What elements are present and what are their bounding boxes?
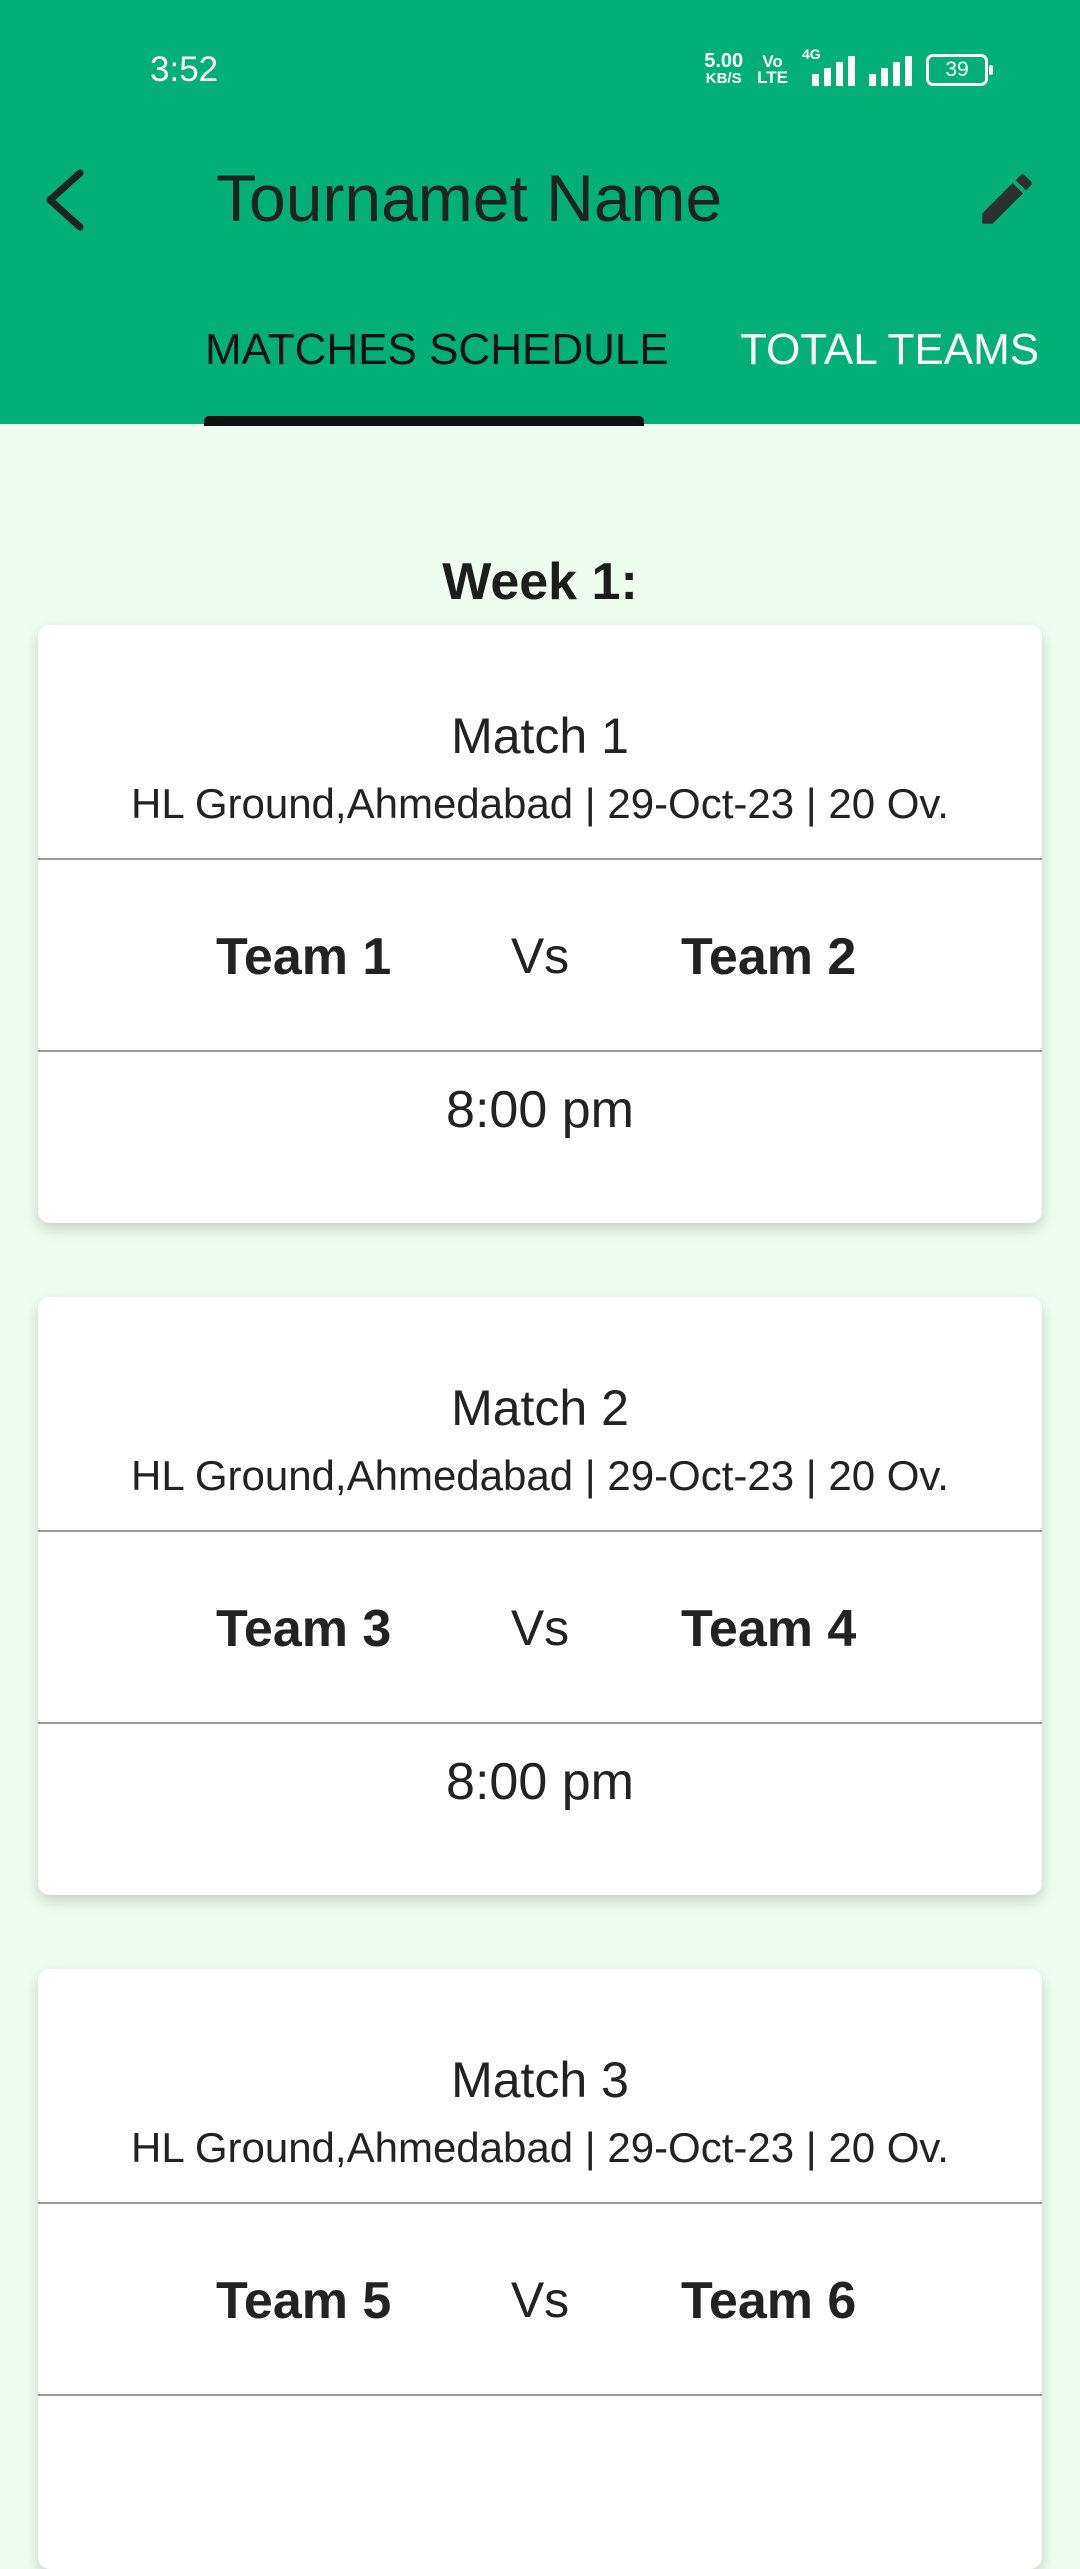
network-speed-indicator: 5.00 KB/S (704, 50, 744, 88)
divider (38, 858, 1042, 860)
volte-bottom: LTE (757, 68, 788, 87)
net-speed-unit: KB/S (705, 70, 742, 87)
status-time: 3:52 (150, 50, 219, 89)
net-speed-value: 5.00 (704, 50, 744, 72)
vs-label: Vs (510, 928, 570, 984)
team-b: Team 2 (681, 928, 857, 986)
match-info: HL Ground,Ahmedabad | 29-Oct-23 | 20 Ov. (131, 1452, 949, 1499)
signal-icon-2 (869, 54, 912, 86)
divider (38, 1050, 1042, 1052)
match-title: Match 2 (451, 1380, 629, 1436)
tab-total-teams[interactable]: TOTAL TEAMS (740, 325, 1039, 375)
match-info: HL Ground,Ahmedabad | 29-Oct-23 | 20 Ov. (131, 2124, 949, 2171)
vs-label: Vs (510, 2272, 570, 2328)
tab-matches-schedule[interactable]: MATCHES SCHEDULE (205, 325, 669, 375)
match-info: HL Ground,Ahmedabad | 29-Oct-23 | 20 Ov. (131, 780, 949, 827)
battery-level: 39 (945, 58, 969, 81)
divider (38, 1530, 1042, 1532)
vs-label: Vs (510, 1600, 570, 1656)
pencil-icon (982, 174, 1032, 224)
edit-button[interactable] (974, 166, 1040, 232)
team-b: Team 4 (681, 1600, 857, 1658)
volte-icon: Vo LTE (757, 53, 788, 87)
match-time: 8:00 pm (446, 1753, 634, 1811)
match-time: 8:00 pm (446, 1081, 634, 1139)
match-title: Match 3 (451, 2052, 629, 2108)
team-b: Team 6 (681, 2272, 857, 2330)
match-card[interactable]: Match 3 HL Ground,Ahmedabad | 29-Oct-23 … (38, 1969, 1042, 2569)
divider (38, 1722, 1042, 1724)
back-button[interactable] (40, 165, 90, 235)
divider (38, 2394, 1042, 2396)
week-heading: Week 1: (442, 553, 638, 611)
match-title: Match 1 (451, 708, 629, 764)
divider (38, 2202, 1042, 2204)
active-tab-indicator (204, 416, 644, 426)
match-card[interactable]: Match 2 HL Ground,Ahmedabad | 29-Oct-23 … (38, 1297, 1042, 1895)
page-title: Tournamet Name (216, 161, 723, 235)
app-header: 3:52 5.00 KB/S Vo LTE 4G 39 Tournamet Na… (0, 0, 1080, 426)
battery-icon: 39 (926, 54, 993, 86)
signal-label: 4G (802, 46, 821, 62)
status-icons: 5.00 KB/S Vo LTE 4G 39 (704, 46, 993, 88)
signal-icon: 4G (802, 46, 855, 86)
match-card[interactable]: Match 1 HL Ground,Ahmedabad | 29-Oct-23 … (38, 625, 1042, 1223)
arrow-back-icon (46, 169, 84, 231)
